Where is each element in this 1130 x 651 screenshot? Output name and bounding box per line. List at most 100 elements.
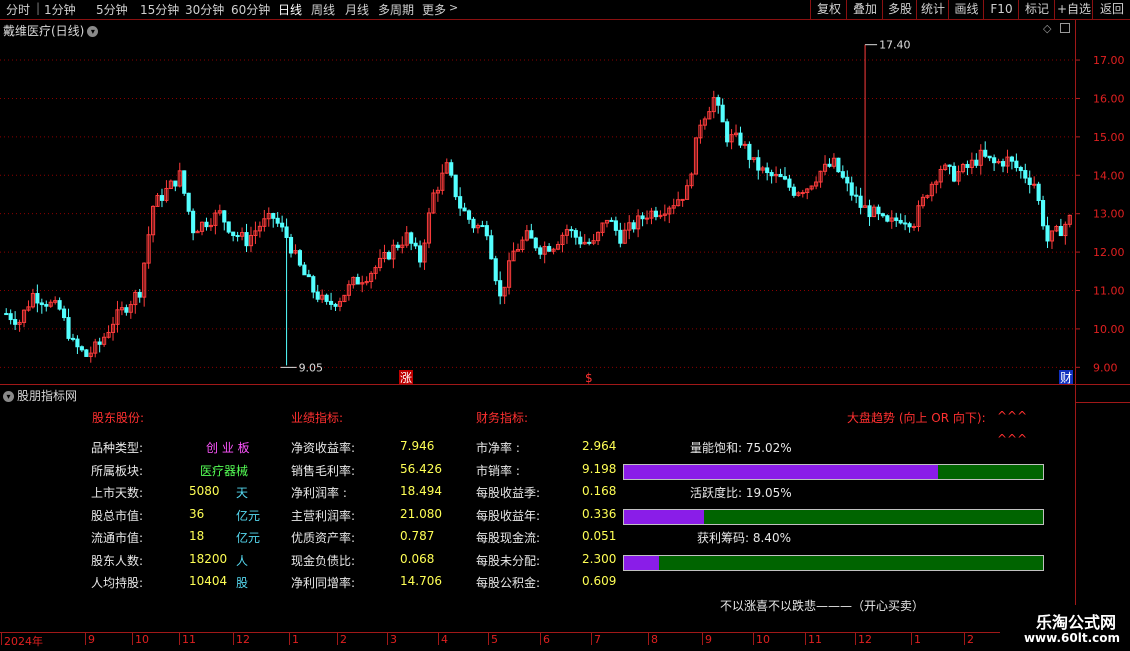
date-label: 12	[236, 633, 250, 646]
candle	[529, 230, 534, 239]
diamond-icon[interactable]: ◇	[1043, 22, 1051, 35]
price-label: 16.00	[1093, 92, 1125, 105]
date-axis: 2024年 9 10 11 12 1 2 3 4 5 6 7 8 9 10 11 12 1 2	[0, 632, 1130, 651]
candle	[858, 195, 863, 208]
candle	[311, 276, 316, 293]
candle	[1032, 183, 1037, 186]
date-label: 2	[967, 633, 974, 646]
candle	[849, 182, 854, 196]
date-tick	[753, 633, 754, 645]
indicator-label: 销售毛利率:	[291, 463, 356, 478]
f10-button[interactable]: F10	[983, 0, 1019, 19]
candle	[231, 231, 236, 237]
price-label: 11.00	[1093, 285, 1125, 298]
indicator-value: 0.068	[400, 551, 435, 566]
candle	[547, 246, 552, 252]
candlestick-chart[interactable]: 17.00 16.00 15.00 14.00 13.00 12.00 11.00 10.00…	[0, 20, 1130, 385]
indicator-unit: 股	[236, 576, 249, 590]
fuquan-button[interactable]: 复权	[810, 0, 847, 19]
candle	[4, 313, 9, 316]
candle	[680, 198, 685, 201]
period-tab-monthly[interactable]: 月线	[345, 1, 369, 18]
candle	[493, 258, 498, 282]
price-label: 10.00	[1093, 323, 1125, 336]
period-tab-multi[interactable]: 多周期	[378, 1, 414, 18]
panel-toggle-icon[interactable]	[1060, 23, 1070, 33]
candle	[1045, 225, 1050, 242]
chevron-right-icon[interactable]: >	[449, 1, 458, 14]
candle	[159, 195, 165, 201]
candle	[836, 157, 841, 173]
date-label: 11	[808, 633, 822, 646]
indicator-value: 0.609	[582, 574, 617, 588]
period-tab-more[interactable]: 更多	[422, 1, 446, 18]
period-tab-1min[interactable]: 1分钟	[44, 1, 76, 18]
indicator-value: 56.426	[400, 461, 442, 476]
candle	[782, 176, 788, 180]
indicator-label: 现金负债比:	[291, 553, 356, 568]
shareholder-header: 股东股份:	[92, 411, 145, 425]
date-label: 2024年	[4, 635, 43, 648]
candle	[742, 143, 747, 146]
indicator-label: 每股现金流:	[476, 531, 541, 545]
candle	[885, 215, 890, 222]
indicator-value: 36	[189, 506, 205, 521]
price-label: 9.00	[1093, 361, 1118, 374]
multi-stock-button[interactable]: 多股	[882, 0, 917, 19]
candle	[8, 313, 13, 321]
mark-button[interactable]: 标记	[1018, 0, 1055, 19]
date-label: 9	[705, 633, 712, 646]
watermark-title: 乐淘公式网	[1035, 613, 1116, 632]
candle	[57, 300, 62, 310]
candle	[983, 149, 988, 157]
dropdown-icon[interactable]: ▾	[87, 26, 99, 37]
stats-button[interactable]: 统计	[916, 0, 949, 19]
back-button[interactable]: 返回	[1092, 0, 1130, 19]
indicator-label: 市销率 :	[476, 463, 520, 478]
candle	[867, 205, 872, 218]
stock-name: 戴维医疗(日线)	[3, 24, 85, 38]
candle	[70, 337, 76, 340]
candle	[911, 225, 917, 228]
period-tab-fenshi[interactable]: 分时	[6, 1, 30, 18]
date-tick	[911, 633, 912, 645]
period-tab-5min[interactable]: 5分钟	[96, 1, 128, 18]
period-tab-60min[interactable]: 60分钟	[231, 1, 270, 18]
period-tab-daily[interactable]: 日线	[278, 1, 302, 18]
dropdown-icon[interactable]: ▾	[3, 391, 14, 402]
overlay-button[interactable]: 叠加	[846, 0, 883, 19]
candle	[578, 236, 583, 245]
candle	[62, 308, 67, 319]
candle	[1014, 160, 1019, 169]
add-watchlist-button[interactable]: +自选	[1054, 0, 1093, 19]
candle	[653, 210, 658, 218]
candle	[538, 247, 543, 255]
indicator-label: 每股收益年:	[476, 508, 541, 523]
candle	[35, 293, 40, 304]
candle	[306, 274, 311, 278]
candle	[44, 304, 49, 307]
indicator-unit: 天	[236, 486, 249, 500]
candle	[480, 225, 485, 228]
indicator-label: 净利同增率:	[291, 576, 356, 590]
indicator-value: 0.168	[582, 484, 617, 498]
period-tab-15min[interactable]: 15分钟	[140, 1, 179, 18]
candle	[137, 291, 142, 298]
candle	[640, 215, 645, 220]
draw-line-button[interactable]: 画线	[948, 0, 984, 19]
candle	[1041, 200, 1046, 227]
candle	[182, 170, 187, 194]
indicator-value: 9.198	[582, 461, 617, 476]
candle	[573, 230, 578, 238]
candle	[618, 229, 623, 244]
indicator-value: 创 业 板	[206, 441, 250, 455]
activity-ratio-bar	[623, 509, 1044, 525]
date-label: 7	[594, 633, 601, 646]
period-tab-30min[interactable]: 30分钟	[185, 1, 224, 18]
profit-chips-label: 获利筹码: 8.40%	[697, 531, 791, 545]
candle	[1023, 170, 1028, 179]
period-tab-weekly[interactable]: 周线	[311, 1, 335, 18]
candle	[75, 338, 80, 348]
candle	[244, 232, 249, 247]
candle	[97, 341, 102, 345]
